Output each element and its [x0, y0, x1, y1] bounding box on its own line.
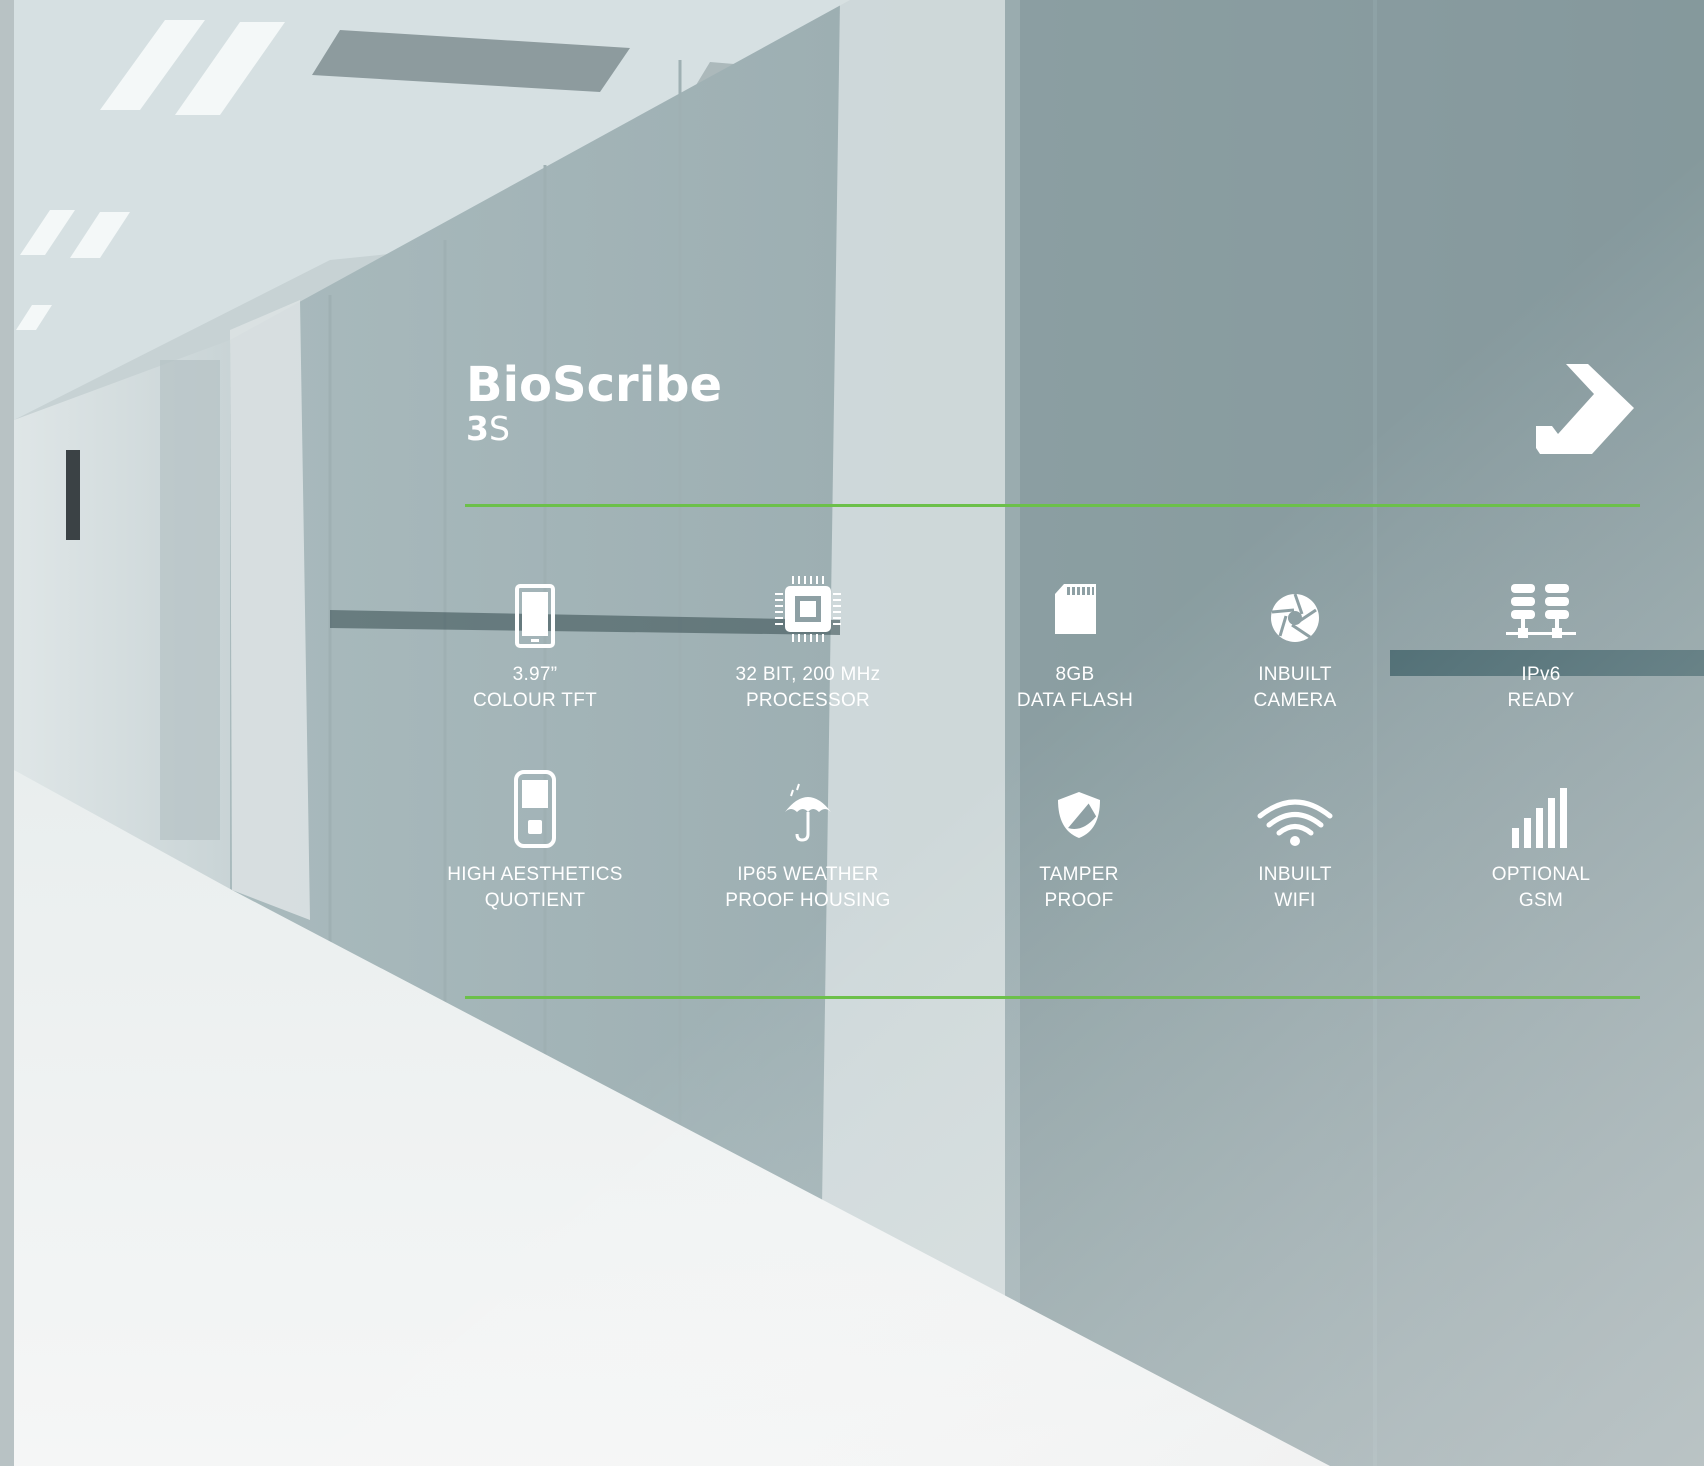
feature-line1: 32 BIT, 200 MHz	[735, 664, 881, 685]
feature-line1: IP65 WEATHER	[737, 864, 879, 885]
feature-ipv6: IPv6 READY	[1426, 570, 1656, 714]
feature-wifi: INBUILT WIFI	[1180, 770, 1410, 914]
brochure-page: BioScribe 3S 3.97” COLOUR TFT 32 BIT, 200…	[0, 0, 1704, 1466]
feature-line1: IPv6	[1521, 664, 1561, 685]
feature-ip65: IP65 WEATHER PROOF HOUSING	[693, 770, 923, 914]
wifi-icon	[1250, 770, 1340, 854]
umbrella-rain-icon	[763, 770, 853, 854]
signal-bars-icon	[1496, 770, 1586, 854]
feature-line1: 3.97”	[512, 664, 558, 685]
office-corridor-background	[0, 0, 1704, 1466]
camera-aperture-icon	[1250, 570, 1340, 654]
network-server-icon	[1496, 570, 1586, 654]
model-number: 3	[466, 409, 489, 448]
product-name: BioScribe	[466, 357, 723, 413]
product-title-block: BioScribe 3S	[466, 358, 722, 448]
feature-camera: INBUILT CAMERA	[1180, 570, 1410, 714]
divider-bottom	[465, 996, 1640, 999]
sd-card-icon	[1030, 570, 1120, 654]
feature-aesthetics: HIGH AESTHETICS QUOTIENT	[420, 770, 650, 914]
processor-chip-icon	[763, 570, 853, 654]
feature-gsm: OPTIONAL GSM	[1426, 770, 1656, 914]
feature-line1: 8GB	[1055, 664, 1095, 685]
feature-line1: OPTIONAL	[1491, 864, 1591, 885]
feature-line2: PROOF	[1044, 890, 1114, 911]
device-icon	[490, 770, 580, 854]
feature-line1: TAMPER	[1039, 864, 1119, 885]
feature-line2: DATA FLASH	[1016, 690, 1134, 711]
product-model: 3S	[466, 410, 722, 448]
shield-icon	[1034, 770, 1124, 854]
feature-line2: PROCESSOR	[745, 690, 871, 711]
feature-line2: WIFI	[1274, 890, 1316, 911]
feature-line2: QUOTIENT	[484, 890, 586, 911]
brand-chevron-logo	[1536, 364, 1634, 454]
feature-tamper-proof: TAMPER PROOF	[964, 770, 1194, 914]
feature-processor: 32 BIT, 200 MHz PROCESSOR	[693, 570, 923, 714]
feature-line2: PROOF HOUSING	[725, 890, 891, 911]
feature-line2: GSM	[1518, 890, 1564, 911]
feature-data-flash: 8GB DATA FLASH	[960, 570, 1190, 714]
feature-line1: INBUILT	[1258, 664, 1332, 685]
feature-line2: CAMERA	[1253, 690, 1337, 711]
tablet-screen-icon	[490, 570, 580, 654]
model-suffix: S	[488, 409, 510, 448]
feature-colour-tft: 3.97” COLOUR TFT	[420, 570, 650, 714]
feature-line2: READY	[1507, 690, 1575, 711]
divider-top	[465, 504, 1640, 507]
feature-line1: INBUILT	[1258, 864, 1332, 885]
feature-line1: HIGH AESTHETICS	[447, 864, 623, 885]
feature-line2: COLOUR TFT	[472, 690, 598, 711]
